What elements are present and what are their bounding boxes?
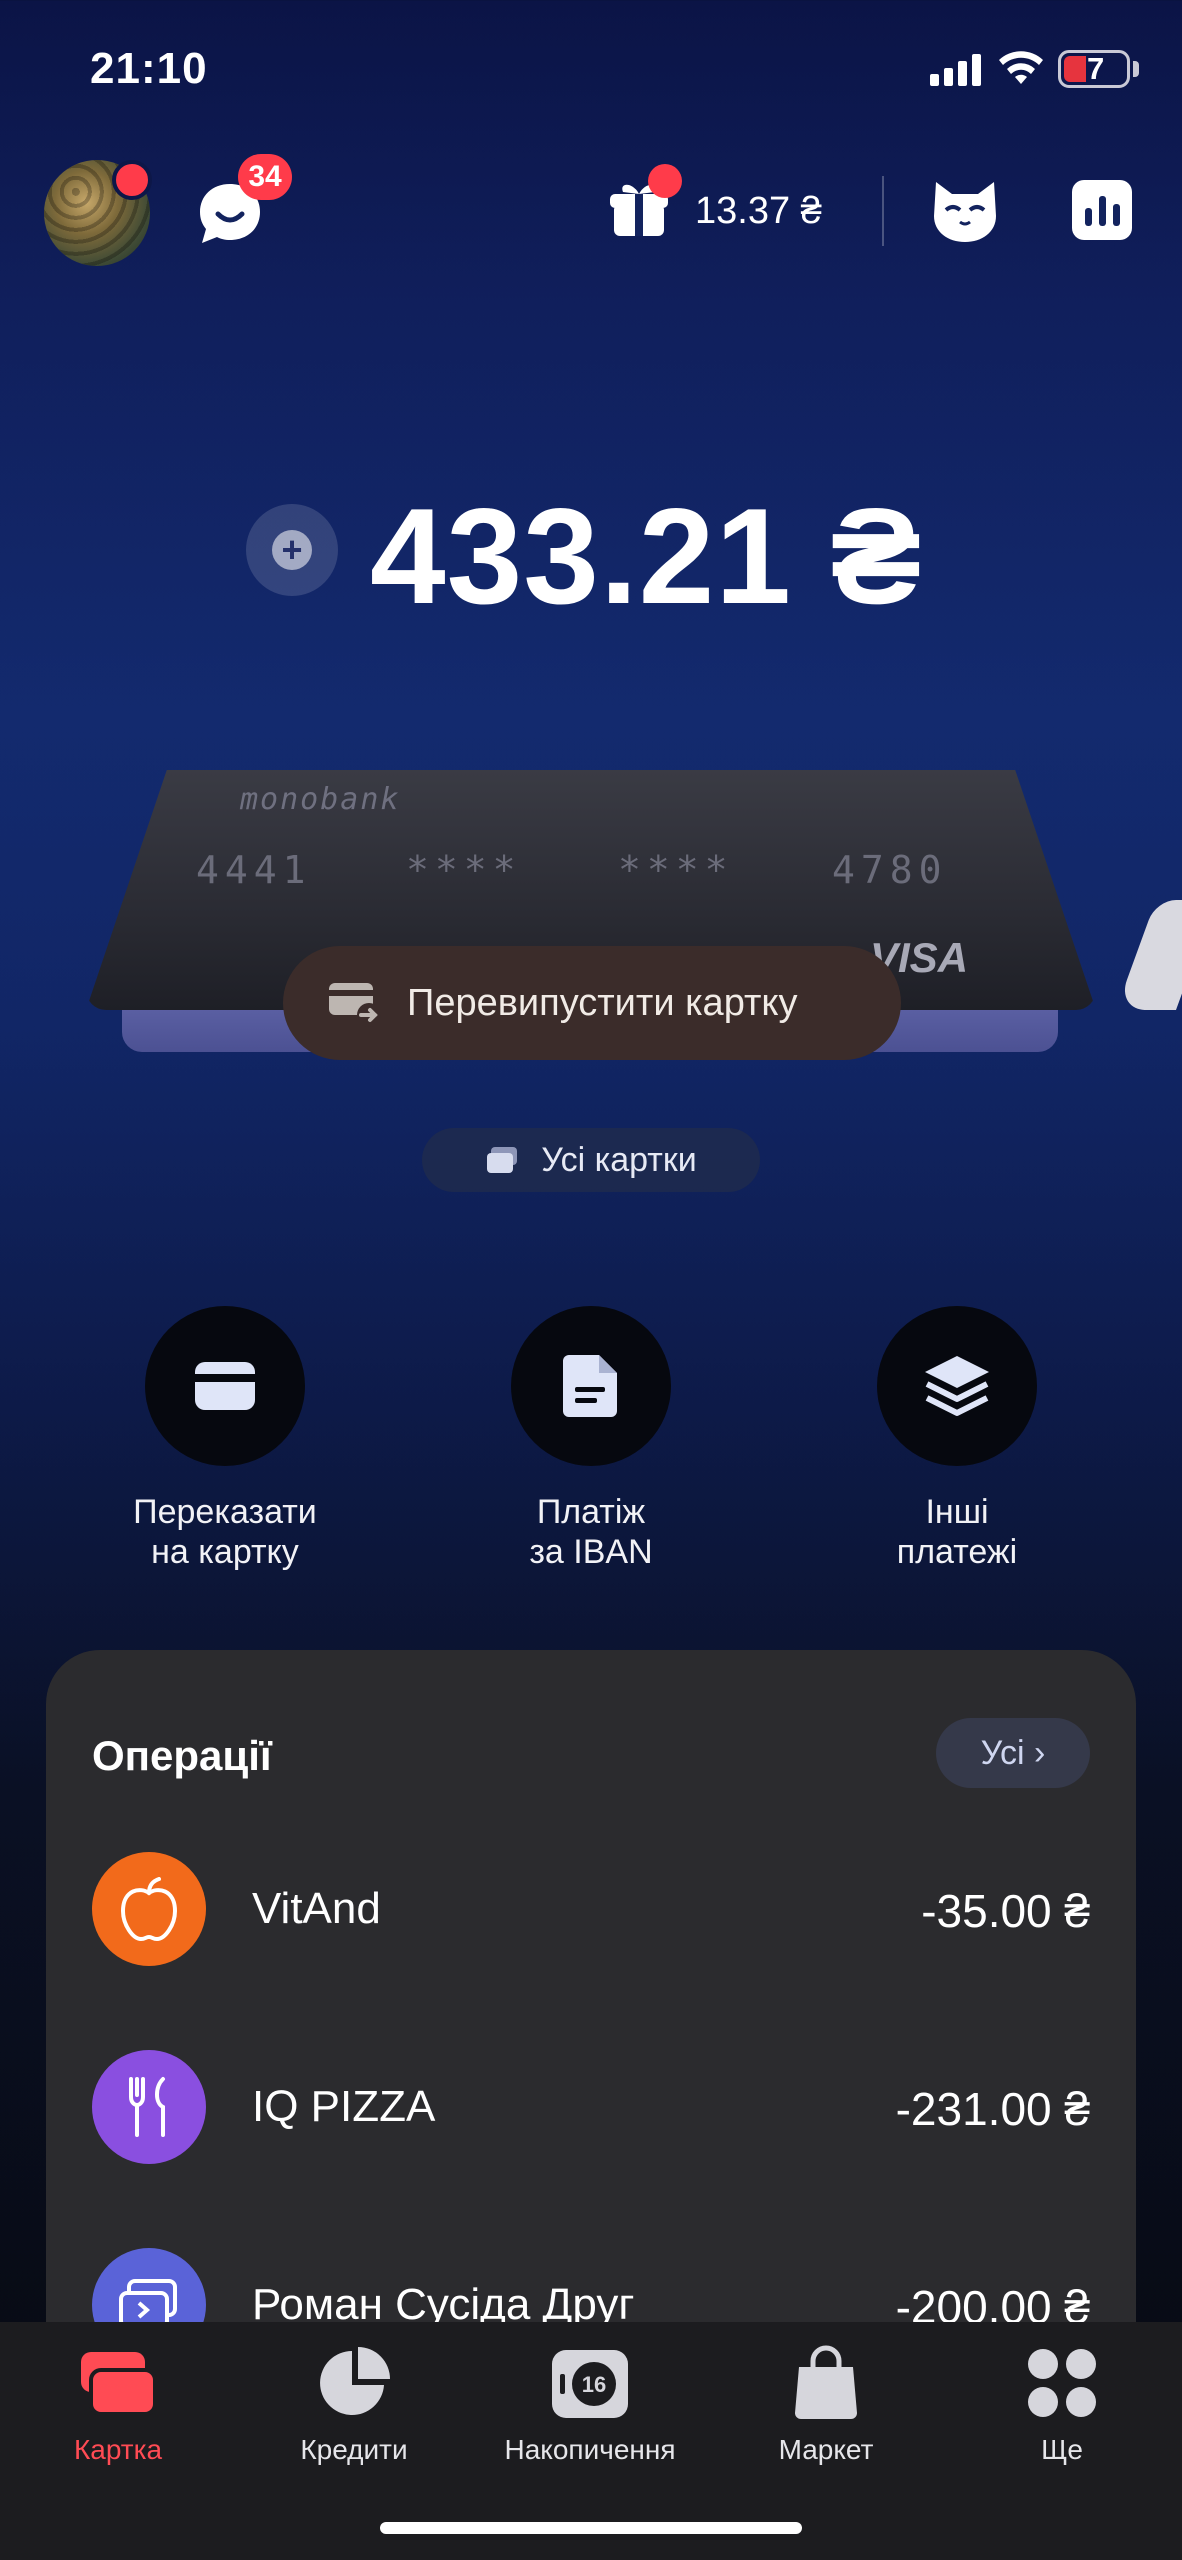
quick-action-other-payments[interactable]: Інші платежі <box>807 1306 1107 1572</box>
next-card-peek[interactable] <box>1115 900 1182 1010</box>
avatar-notification-dot <box>112 160 152 200</box>
qa-circle <box>511 1306 671 1466</box>
transaction-name[interactable]: IQ PIZZA <box>252 2082 435 2132</box>
quick-action-iban-payment[interactable]: Платіж за IBAN <box>441 1306 741 1572</box>
battery-level: 7 <box>1087 51 1105 86</box>
tab-savings[interactable]: 16 Накопичення <box>472 2340 708 2466</box>
tab-market[interactable]: Маркет <box>708 2340 944 2466</box>
statistics-icon[interactable] <box>1072 180 1132 240</box>
battery-icon: 7 <box>1058 50 1130 88</box>
tab-label: Накопичення <box>504 2434 676 2465</box>
operations-all-button[interactable]: Усі › <box>936 1718 1090 1788</box>
cards-icon <box>75 2340 161 2426</box>
savings-badge: 16 <box>582 2372 606 2397</box>
quick-action-card-transfer[interactable]: Переказати на картку <box>75 1306 375 1572</box>
status-time: 21:10 <box>90 44 208 93</box>
tab-label: Ще <box>1041 2434 1083 2465</box>
quick-action-label: Інші платежі <box>896 1493 1018 1571</box>
transaction-amount: -35.00 ₴ <box>921 1885 1090 1937</box>
qa-circle <box>145 1306 305 1466</box>
tab-label: Маркет <box>778 2434 874 2465</box>
tab-label: Кредити <box>300 2434 408 2465</box>
quick-action-label: Переказати на картку <box>133 1493 317 1571</box>
quick-action-label: Платіж за IBAN <box>529 1493 653 1571</box>
reissue-card-button[interactable]: Перевипустити картку <box>283 946 901 1060</box>
card-number-part: **** <box>406 848 522 892</box>
tab-more[interactable]: Ще <box>944 2340 1180 2466</box>
signal-icon <box>930 52 981 86</box>
add-funds-button[interactable]: + <box>246 504 338 596</box>
fork-knife-icon <box>92 2050 206 2164</box>
tab-credits[interactable]: Кредити <box>236 2340 472 2466</box>
gift-notification-dot <box>648 164 682 198</box>
card-number-part: 4441 <box>196 848 312 892</box>
header-divider <box>882 176 884 246</box>
cards-stack-icon <box>487 1147 518 1173</box>
grid-dots-icon <box>1019 2340 1105 2426</box>
cashback-amount[interactable]: 13.37 ₴ <box>695 190 822 233</box>
plus-icon: + <box>272 530 312 570</box>
transaction-name[interactable]: VitAnd <box>252 1884 381 1934</box>
shopping-bag-icon <box>783 2340 869 2426</box>
card-icon <box>195 1362 255 1410</box>
card-number-part: **** <box>618 848 734 892</box>
operations-title: Операції <box>92 1732 272 1779</box>
all-cards-button[interactable]: Усі картки <box>422 1128 760 1192</box>
balance-amount: 433.21 ₴ <box>370 480 923 632</box>
chat-badge: 34 <box>238 154 292 200</box>
reissue-card-label: Перевипустити картку <box>407 981 798 1024</box>
operations-all-label: Усі <box>980 1734 1025 1772</box>
all-cards-label: Усі картки <box>541 1140 697 1179</box>
battery-cap <box>1133 61 1139 77</box>
pie-chart-icon <box>311 2340 397 2426</box>
card-brand: monobank <box>240 782 401 817</box>
savings-jar-icon: 16 <box>547 2340 633 2426</box>
card-reissue-icon <box>329 983 381 1027</box>
home-indicator[interactable] <box>380 2522 802 2534</box>
document-icon <box>563 1355 617 1417</box>
qa-circle <box>877 1306 1037 1466</box>
apple-icon <box>92 1852 206 1966</box>
card-number-part: 4780 <box>832 848 948 892</box>
wifi-icon <box>999 51 1043 84</box>
layers-icon <box>925 1356 989 1416</box>
cat-icon[interactable] <box>930 178 1000 244</box>
transaction-amount: -231.00 ₴ <box>895 2083 1090 2135</box>
tab-card[interactable]: Картка <box>0 2340 236 2466</box>
tab-label: Картка <box>73 2434 163 2465</box>
